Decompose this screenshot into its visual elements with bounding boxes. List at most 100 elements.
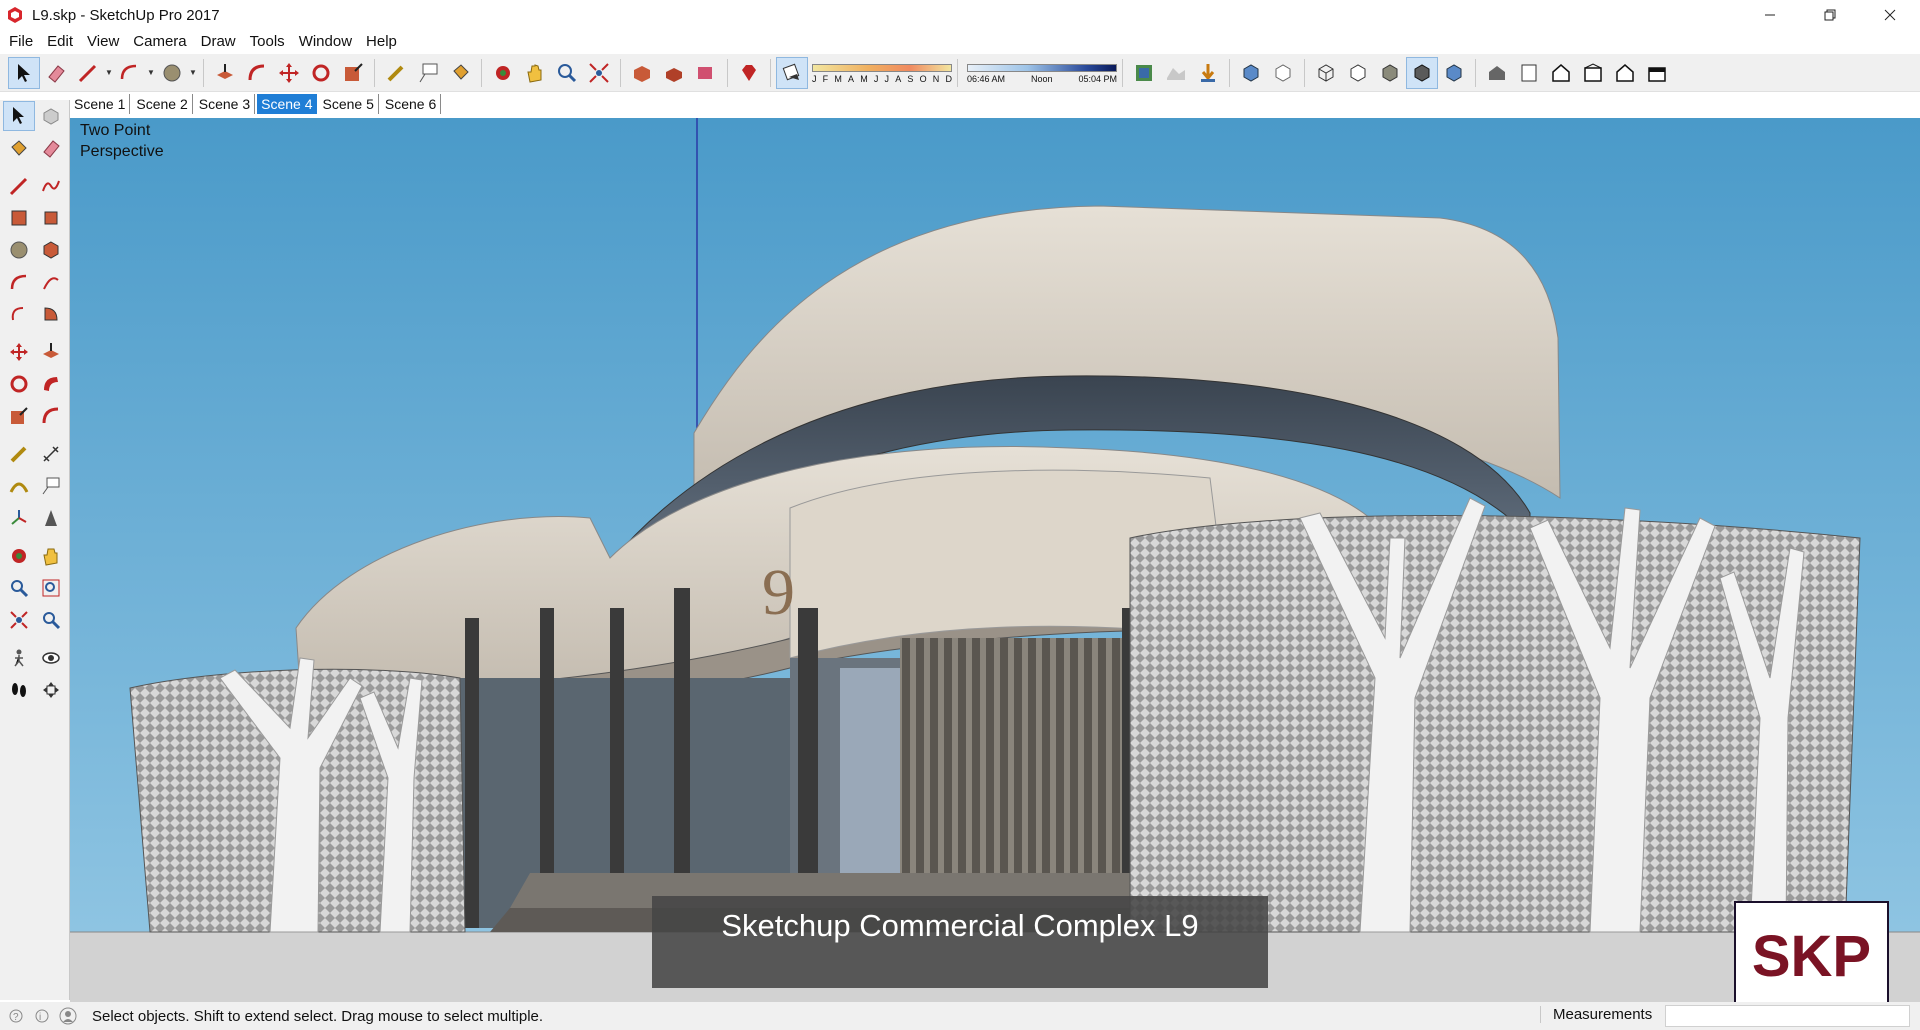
dimension-button[interactable] (35, 439, 67, 469)
offset-button[interactable] (241, 57, 273, 89)
chevron-down-icon[interactable]: ▼ (104, 68, 114, 77)
toggle-terrain-button[interactable] (1160, 57, 1192, 89)
look-around-button[interactable] (35, 643, 67, 673)
previous-view-button[interactable] (35, 605, 67, 635)
zoom-button[interactable] (551, 57, 583, 89)
iso-view-button[interactable] (1481, 57, 1513, 89)
move-button[interactable] (273, 57, 305, 89)
monochrome-style-button[interactable] (1438, 57, 1470, 89)
polygon-tool-button[interactable] (35, 235, 67, 265)
tape-measure-button[interactable] (380, 57, 412, 89)
scale-button[interactable] (3, 401, 35, 431)
make-component-button[interactable] (35, 101, 67, 131)
eraser-tool-button[interactable] (40, 57, 72, 89)
orbit-button[interactable] (3, 541, 35, 571)
rectangle-tool-button[interactable] (3, 203, 35, 233)
menu-help[interactable]: Help (359, 30, 404, 54)
pencil-tool-button[interactable] (72, 57, 104, 89)
line-tool-button[interactable] (3, 171, 35, 201)
select-tool-button[interactable] (3, 101, 35, 131)
extension-warehouse-button[interactable] (690, 57, 722, 89)
zoom-extents-button[interactable] (3, 605, 35, 635)
back-edges-button[interactable] (1267, 57, 1299, 89)
move-button[interactable] (3, 337, 35, 367)
shadow-date-slider[interactable]: JFMAMJJASOND (812, 57, 952, 89)
tab-scene-5[interactable]: Scene 5 (319, 94, 379, 114)
top-view-button[interactable] (1513, 57, 1545, 89)
share-model-button[interactable] (658, 57, 690, 89)
shaded-style-button[interactable] (1374, 57, 1406, 89)
right-view-button[interactable] (1577, 57, 1609, 89)
orbit-button[interactable] (487, 57, 519, 89)
push-pull-button[interactable] (209, 57, 241, 89)
hidden-line-style-button[interactable] (1342, 57, 1374, 89)
shadows-toggle-button[interactable] (776, 56, 808, 89)
menu-camera[interactable]: Camera (126, 30, 193, 54)
menu-draw[interactable]: Draw (194, 30, 243, 54)
wireframe-style-button[interactable] (1310, 57, 1342, 89)
menu-tools[interactable]: Tools (243, 30, 292, 54)
tape-measure-button[interactable] (3, 439, 35, 469)
paint-bucket-button[interactable] (444, 57, 476, 89)
protractor-button[interactable] (3, 471, 35, 501)
3d-text-button[interactable] (35, 503, 67, 533)
select-tool-button[interactable] (8, 56, 40, 89)
zoom-window-button[interactable] (35, 573, 67, 603)
scale-button[interactable] (337, 57, 369, 89)
xray-style-button[interactable] (1235, 57, 1267, 89)
rotate-button[interactable] (305, 57, 337, 89)
push-pull-button[interactable] (35, 337, 67, 367)
text-button[interactable] (35, 471, 67, 501)
back-view-button[interactable] (1609, 57, 1641, 89)
front-view-button[interactable] (1545, 57, 1577, 89)
section-plane-button[interactable] (35, 675, 67, 705)
rotate-button[interactable] (3, 369, 35, 399)
axes-button[interactable] (3, 503, 35, 533)
menu-edit[interactable]: Edit (40, 30, 80, 54)
shadow-time-slider[interactable]: 06:46 AM Noon 05:04 PM (967, 57, 1117, 89)
tab-scene-1[interactable]: Scene 1 (70, 94, 131, 114)
follow-me-button[interactable] (35, 369, 67, 399)
circle-tool-button[interactable] (3, 235, 35, 265)
left-view-button[interactable] (1641, 57, 1673, 89)
chevron-down-icon[interactable]: ▼ (146, 68, 156, 77)
photo-textures-button[interactable] (1192, 57, 1224, 89)
arc-tool-button[interactable] (3, 267, 35, 297)
text-button[interactable] (412, 57, 444, 89)
zoom-button[interactable] (3, 573, 35, 603)
eraser-tool-button[interactable] (35, 133, 67, 163)
tab-scene-4[interactable]: Scene 4 (257, 94, 317, 114)
menu-view[interactable]: View (80, 30, 126, 54)
position-camera-button[interactable] (3, 643, 35, 673)
model-viewport[interactable]: 9 Two Point Perspective Sketchup Commerc… (70, 118, 1920, 1002)
pan-button[interactable] (519, 57, 551, 89)
arc-tool-button[interactable] (114, 57, 146, 89)
ruby-console-button[interactable] (733, 57, 765, 89)
tab-scene-6[interactable]: Scene 6 (381, 94, 442, 114)
restore-button[interactable] (1800, 0, 1860, 30)
close-button[interactable] (1860, 0, 1920, 30)
zoom-extents-button[interactable] (583, 57, 615, 89)
tab-scene-2[interactable]: Scene 2 (132, 94, 193, 114)
user-account-icon[interactable] (58, 1006, 78, 1026)
offset-button[interactable] (35, 401, 67, 431)
shapes-tool-button[interactable] (156, 57, 188, 89)
add-location-button[interactable] (1128, 57, 1160, 89)
geo-location-icon[interactable]: ? (6, 1006, 26, 1026)
walk-button[interactable] (3, 675, 35, 705)
minimize-button[interactable] (1740, 0, 1800, 30)
two-point-arc-button[interactable] (35, 267, 67, 297)
credits-icon[interactable]: i (32, 1006, 52, 1026)
warehouse-3d-button[interactable] (626, 57, 658, 89)
menu-file[interactable]: File (2, 30, 40, 54)
three-point-arc-button[interactable] (3, 299, 35, 329)
chevron-down-icon[interactable]: ▼ (188, 68, 198, 77)
menu-window[interactable]: Window (292, 30, 359, 54)
paint-bucket-button[interactable] (3, 133, 35, 163)
pan-button[interactable] (35, 541, 67, 571)
pie-tool-button[interactable] (35, 299, 67, 329)
freehand-tool-button[interactable] (35, 171, 67, 201)
measurements-input[interactable] (1665, 1005, 1910, 1027)
shaded-textures-style-button[interactable] (1406, 56, 1438, 89)
rotated-rectangle-button[interactable] (35, 203, 67, 233)
